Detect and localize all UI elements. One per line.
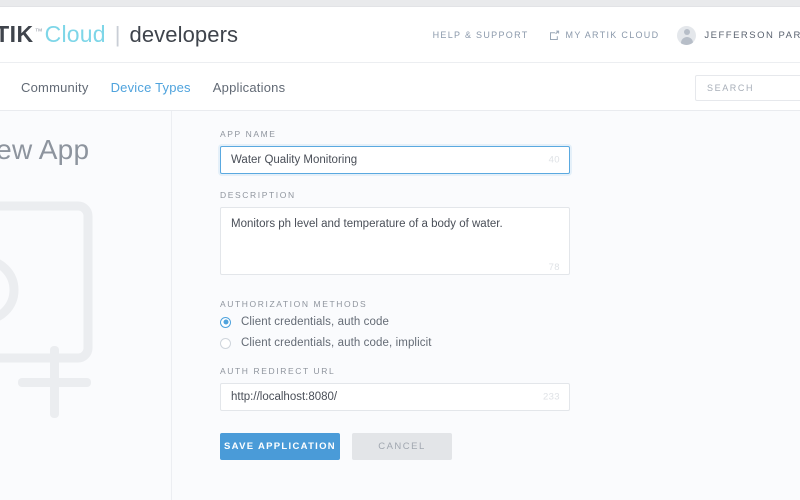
brand-trademark-symbol: ™ <box>34 27 43 36</box>
app-name-label: APP NAME <box>220 129 277 139</box>
help-and-support-link[interactable]: HELP & SUPPORT <box>433 30 529 40</box>
brand-cloud-text: Cloud <box>44 21 106 47</box>
brand-logo[interactable]: RTIK™ Cloud | developers <box>0 21 238 48</box>
brand-artik-text: RTIK <box>0 21 34 47</box>
masthead: RTIK™ Cloud | developers HELP & SUPPORT … <box>0 7 800 63</box>
left-pane: a New App <box>0 111 172 500</box>
radio-selected-icon[interactable] <box>220 316 231 328</box>
authorization-methods-label: AUTHORIZATION METHODS <box>220 299 368 309</box>
auth-redirect-url-input-wrap: 233 <box>220 383 570 411</box>
search-box[interactable] <box>695 75 800 101</box>
auth-option-label-2: Client credentials, auth code, implicit <box>241 337 432 349</box>
page-title: a New App <box>0 134 90 165</box>
auth-redirect-url-label: AUTH REDIRECT URL <box>220 366 336 376</box>
cancel-button[interactable]: CANCEL <box>352 433 452 460</box>
save-application-button[interactable]: SAVE APPLICATION <box>220 433 340 460</box>
search-input[interactable] <box>707 83 800 93</box>
page-root: RTIK™ Cloud | developers HELP & SUPPORT … <box>0 0 800 500</box>
add-app-placeholder-icon <box>0 194 132 424</box>
my-artik-cloud-label: MY ARTIK CLOUD <box>565 30 660 40</box>
auth-option-client-credentials-auth-code[interactable]: Client credentials, auth code <box>220 316 570 328</box>
auth-redirect-url-char-counter: 233 <box>542 391 560 403</box>
form-action-buttons: SAVE APPLICATION CANCEL <box>220 433 570 460</box>
external-link-icon <box>549 30 560 41</box>
description-char-counter: 78 <box>548 262 560 273</box>
user-name-label[interactable]: JEFFERSON PARI <box>704 30 800 41</box>
create-app-form: APP NAME 40 DESCRIPTION 78 AUT <box>220 129 570 460</box>
authorization-methods-group: AUTHORIZATION METHODS Client credentials… <box>220 299 570 349</box>
auth-option-client-credentials-auth-code-implicit[interactable]: Client credentials, auth code, implicit <box>220 337 570 349</box>
browser-chrome-strip <box>0 0 800 7</box>
masthead-right-group: HELP & SUPPORT MY ARTIK CLOUD JEFFERSON … <box>433 7 800 63</box>
description-textarea[interactable] <box>220 207 570 275</box>
radio-unselected-icon[interactable] <box>220 337 231 349</box>
app-name-char-counter: 40 <box>548 154 560 166</box>
auth-redirect-url-group: AUTH REDIRECT URL 233 <box>220 366 570 411</box>
primary-navbar: tation Community Device Types Applicatio… <box>0 63 800 111</box>
nav-item-community[interactable]: Community <box>21 80 89 95</box>
description-label: DESCRIPTION <box>220 190 296 200</box>
nav-item-applications[interactable]: Applications <box>213 80 286 95</box>
nav-item-list: tation Community Device Types Applicatio… <box>0 63 285 111</box>
right-pane: APP NAME 40 DESCRIPTION 78 AUT <box>173 111 800 500</box>
auth-redirect-url-input[interactable] <box>220 383 570 411</box>
description-input-wrap: 78 <box>220 207 570 280</box>
brand-divider: | <box>114 22 121 47</box>
content-area: a New App APP NAME 40 <box>0 111 800 500</box>
user-avatar-icon[interactable] <box>677 25 697 45</box>
description-group: DESCRIPTION 78 <box>220 190 570 280</box>
brand-developers-text: developers <box>129 22 239 47</box>
app-name-group: APP NAME 40 <box>220 129 570 174</box>
app-name-input[interactable] <box>220 146 570 174</box>
my-artik-cloud-link[interactable]: MY ARTIK CLOUD <box>549 30 660 41</box>
auth-option-label-1: Client credentials, auth code <box>241 316 390 328</box>
nav-item-device-types[interactable]: Device Types <box>111 80 191 95</box>
app-name-input-wrap: 40 <box>220 146 570 174</box>
